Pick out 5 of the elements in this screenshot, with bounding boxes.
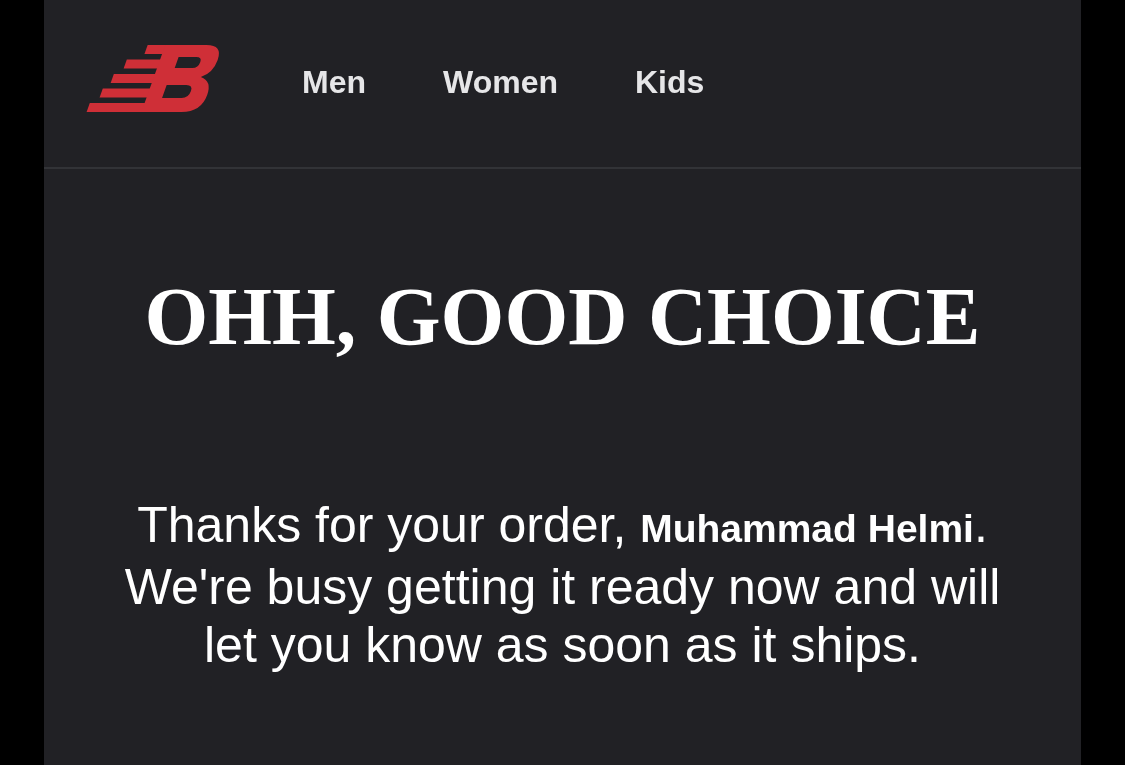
nav-link[interactable]: Kids	[634, 64, 705, 101]
nav-link[interactable]: Women	[443, 64, 558, 101]
nav-link[interactable]: Men	[302, 64, 366, 101]
heading: OHH, GOOD CHOICE	[143, 276, 982, 358]
message-text: Thanks for your order, Muhammad Helmi. We're busy getting it ready now and will let you know as soon as it ships.	[123, 496, 1002, 674]
